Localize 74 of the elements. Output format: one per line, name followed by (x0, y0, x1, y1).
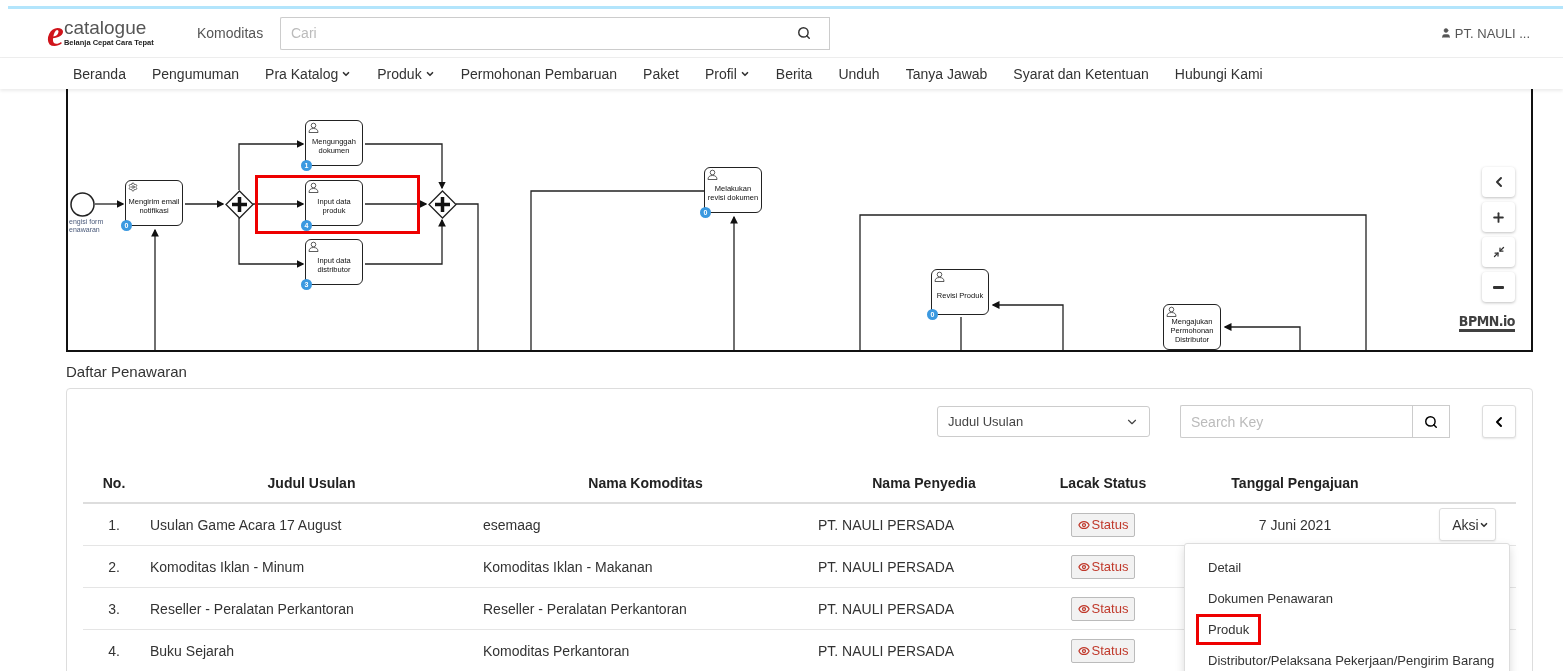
sequence-flow-arrow (94, 200, 125, 208)
eye-icon (1077, 518, 1090, 531)
nav-item[interactable]: Beranda (73, 65, 126, 82)
table-cell: PT. NAULI PERSADA (813, 503, 1035, 546)
filter-select[interactable]: Judul Usulan (937, 406, 1150, 437)
plus-icon (1491, 209, 1506, 225)
parallel-gateway-icon (225, 190, 254, 219)
column-header: Judul Usulan (145, 464, 478, 503)
status-button[interactable]: Status (1070, 596, 1136, 621)
nav-item[interactable]: Profil (704, 65, 750, 82)
eye-icon (1077, 644, 1090, 657)
nav-item[interactable]: Unduh (838, 65, 880, 82)
status-button[interactable]: Status (1070, 554, 1136, 579)
sequence-flow-arrow (252, 200, 305, 208)
collapse-button[interactable] (1482, 405, 1516, 438)
start-event-circle (70, 192, 95, 217)
table-cell: Buku Sejarah (145, 629, 478, 671)
nav-item[interactable]: Pengumuman (151, 65, 240, 82)
table-cell: 2. (83, 545, 145, 588)
table-cell: Komoditas Iklan - Makanan (478, 545, 813, 588)
table-cell: PT. NAULI PERSADA (813, 545, 1035, 588)
table-cell: 1. (83, 503, 145, 546)
table-cell: esemaag (478, 503, 813, 546)
search-icon (1424, 414, 1438, 429)
nav-item[interactable]: Syarat dan Ketentuan (1013, 65, 1149, 82)
table-cell: Komoditas Perkantoran (478, 629, 813, 671)
gear-icon (128, 182, 138, 192)
zoom-in-button[interactable] (1482, 202, 1515, 232)
column-header: Nama Penyedia (813, 464, 1035, 503)
eye-icon (1077, 560, 1090, 573)
sequence-flow-arrow (238, 217, 305, 268)
menu-item[interactable]: Dokumen Penawaran (1196, 583, 1346, 614)
column-header: Tanggal Pengajuan (1171, 464, 1419, 503)
menu-item[interactable]: Detail (1196, 552, 1254, 583)
nav-item[interactable]: Tanya Jawab (905, 65, 988, 82)
sequence-flow-arrow (238, 140, 305, 191)
user-menu[interactable]: PT. NAULI ... (1439, 25, 1530, 41)
column-header: Lacak Status (1035, 464, 1171, 503)
status-button[interactable]: Status (1070, 512, 1136, 537)
search-key-field[interactable]: Search Key (1180, 405, 1412, 438)
status-button[interactable]: Status (1070, 638, 1136, 663)
table-cell: PT. NAULI PERSADA (813, 587, 1035, 630)
sequence-flow-arrow (184, 200, 225, 208)
nav-item[interactable]: Permohonan Pembaruan (460, 65, 618, 82)
shrink-arrows-icon (1492, 246, 1505, 258)
table-cell: 3. (83, 587, 145, 630)
table-cell: Komoditas Iklan - Minum (145, 545, 478, 588)
table-cell: Reseller - Peralatan Perkantoran (145, 587, 478, 630)
bpmn-logo[interactable]: BPMN.io (1458, 313, 1515, 332)
minus-icon (1493, 285, 1504, 289)
nav-item[interactable]: Produk (377, 65, 435, 82)
sequence-flow-arrow (364, 200, 428, 208)
table-cell: Usulan Game Acara 17 August (145, 503, 478, 546)
menu-item[interactable]: Produk (1196, 614, 1262, 645)
collapse-button[interactable] (1482, 167, 1515, 197)
nav-item[interactable]: Pra Katalog (265, 65, 352, 82)
column-header: Nama Komoditas (478, 464, 813, 503)
nav-item[interactable]: Hubungi Kami (1174, 65, 1263, 82)
section-title: Daftar Penawaran (66, 363, 188, 380)
user-icon (1439, 27, 1452, 39)
column-header: No. (83, 464, 145, 503)
table-cell: PT. NAULI PERSADA (813, 629, 1035, 671)
nav-item[interactable]: Paket (643, 65, 679, 82)
zoom-out-button[interactable] (1482, 272, 1515, 302)
reset-zoom-button[interactable] (1482, 237, 1515, 267)
nav-item[interactable]: Berita (775, 65, 813, 82)
action-dropdown-button[interactable]: Aksi (1439, 508, 1496, 541)
menu-item[interactable]: Distributor/Pelaksana Pekerjaan/Pengirim Barang (1196, 645, 1507, 671)
eye-icon (1077, 602, 1090, 615)
nav-link[interactable]: Komoditas (197, 25, 280, 41)
parallel-gateway-icon (428, 190, 457, 219)
search-button[interactable] (1412, 405, 1450, 438)
table-cell: Reseller - Peralatan Perkantoran (478, 587, 813, 630)
table-cell: 4. (83, 629, 145, 671)
